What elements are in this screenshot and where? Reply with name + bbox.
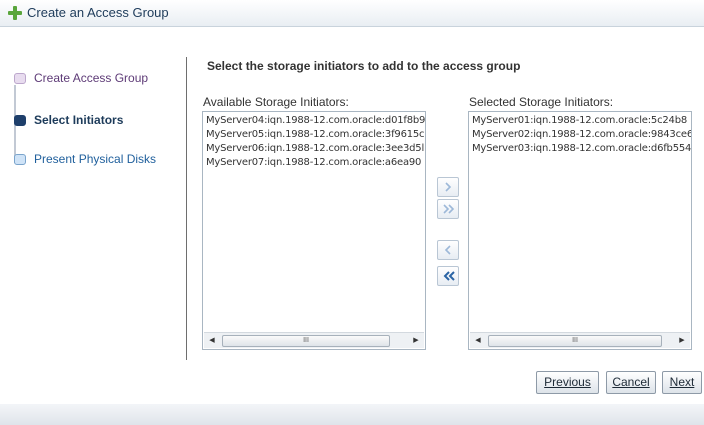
list-item[interactable]: MyServer07:iqn.1988-12.com.oracle:a6ea90 — [203, 156, 425, 170]
dialog-header: Create an Access Group — [0, 0, 704, 27]
list-item[interactable]: MyServer02:iqn.1988-12.com.oracle:9843ce… — [469, 128, 691, 142]
cancel-button[interactable]: Cancel — [606, 371, 656, 394]
list-item[interactable]: MyServer03:iqn.1988-12.com.oracle:d6fb55… — [469, 142, 691, 156]
step-unvisited-icon — [14, 154, 26, 165]
scroll-thumb[interactable]: III — [222, 335, 390, 347]
vertical-divider — [186, 57, 187, 360]
move-selected-button[interactable] — [437, 177, 459, 197]
available-horizontal-scrollbar[interactable]: ◀ III ▶ — [204, 332, 424, 348]
double-chevron-left-icon — [443, 271, 455, 281]
chevron-right-icon — [445, 182, 452, 192]
plus-icon — [8, 6, 22, 20]
train-step-label: Present Physical Disks — [34, 152, 157, 166]
list-item[interactable]: MyServer05:iqn.1988-12.com.oracle:3f9615… — [203, 128, 425, 142]
selected-horizontal-scrollbar[interactable]: ◀ III ▶ — [470, 332, 690, 348]
dialog-footer-band — [0, 404, 704, 425]
scroll-thumb[interactable]: III — [488, 335, 662, 347]
available-list-label: Available Storage Initiators: — [203, 95, 349, 109]
remove-selected-button[interactable] — [437, 240, 459, 260]
move-all-button[interactable] — [437, 199, 459, 219]
available-initiators-list[interactable]: MyServer04:iqn.1988-12.com.oracle:d01f8b… — [202, 111, 426, 350]
scroll-left-icon[interactable]: ◀ — [205, 333, 219, 348]
instruction-text: Select the storage initiators to add to … — [207, 59, 521, 73]
list-item[interactable]: MyServer01:iqn.1988-12.com.oracle:5c24b8 — [469, 114, 691, 128]
next-button[interactable]: Next — [662, 371, 702, 394]
scroll-right-icon[interactable]: ▶ — [409, 333, 423, 348]
previous-button[interactable]: Previous — [536, 371, 599, 394]
double-chevron-right-icon — [443, 204, 455, 214]
train-step-label: Create Access Group — [34, 71, 149, 85]
scroll-right-icon[interactable]: ▶ — [675, 333, 689, 348]
selected-list-label: Selected Storage Initiators: — [469, 95, 614, 109]
dialog-title: Create an Access Group — [27, 5, 169, 20]
train-step-label: Select Initiators — [34, 113, 124, 127]
chevron-left-icon — [444, 245, 451, 255]
remove-all-button[interactable] — [437, 266, 459, 286]
step-visited-icon — [14, 73, 26, 84]
selected-initiators-list[interactable]: MyServer01:iqn.1988-12.com.oracle:5c24b8… — [468, 111, 692, 350]
list-item[interactable]: MyServer06:iqn.1988-12.com.oracle:3ee3d5… — [203, 142, 425, 156]
list-item[interactable]: MyServer04:iqn.1988-12.com.oracle:d01f8b… — [203, 114, 425, 128]
step-current-icon — [14, 115, 26, 126]
scroll-left-icon[interactable]: ◀ — [471, 333, 485, 348]
